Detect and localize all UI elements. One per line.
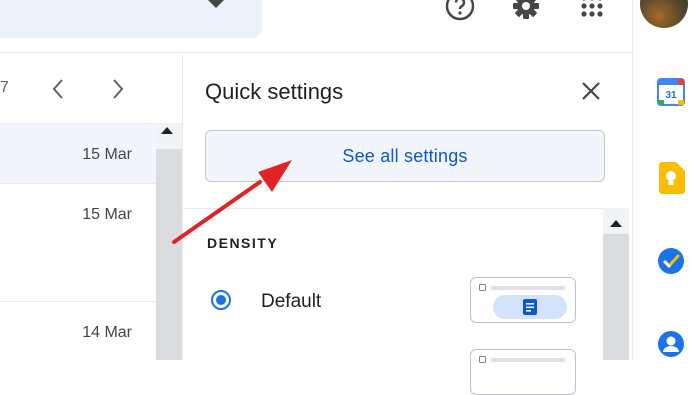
density-default-radio[interactable] (211, 290, 231, 310)
mail-list-pane: 7 15 Mar 15 Mar 14 Mar (0, 53, 182, 362)
help-icon[interactable] (444, 0, 476, 27)
svg-text:31: 31 (665, 90, 677, 101)
preview-line (491, 358, 565, 362)
scroll-up-icon[interactable] (610, 220, 622, 227)
previous-page-icon[interactable] (48, 77, 68, 106)
radio-selected-dot (216, 295, 226, 305)
pagination-range: 7 (0, 79, 9, 96)
density-default-label[interactable]: Default (261, 291, 321, 313)
document-icon (523, 299, 537, 315)
mail-row[interactable]: 14 Mar (0, 301, 156, 362)
mail-row[interactable]: 15 Mar (0, 183, 156, 302)
annotation-arrow (172, 160, 292, 244)
gear-icon[interactable] (510, 0, 542, 27)
scroll-up-icon[interactable] (161, 127, 173, 134)
contacts-icon[interactable] (657, 330, 685, 363)
keep-icon[interactable] (657, 162, 685, 199)
mail-date: 14 Mar (82, 324, 132, 341)
quick-settings-scrollbar-thumb[interactable] (603, 234, 629, 360)
mail-date: 15 Mar (82, 206, 132, 223)
close-icon[interactable] (581, 81, 601, 106)
preview-checkbox (479, 284, 486, 291)
mail-row[interactable]: 15 Mar (0, 123, 156, 184)
preview-attachment-chip (493, 295, 567, 319)
tasks-icon[interactable] (657, 247, 685, 280)
calendar-icon[interactable]: 31 (657, 78, 685, 111)
search-bar[interactable] (0, 0, 262, 38)
apps-icon[interactable] (580, 0, 604, 23)
quick-settings-title: Quick settings (205, 79, 344, 104)
mail-date: 15 Mar (82, 146, 132, 163)
side-panel: 31 (633, 0, 700, 360)
next-page-icon[interactable] (108, 77, 128, 106)
quick-settings-scrollbar[interactable] (603, 208, 629, 360)
density-comfortable-preview[interactable] (470, 349, 576, 395)
top-bar (0, 0, 700, 52)
preview-line (491, 286, 565, 290)
search-options-caret-icon[interactable] (208, 0, 224, 8)
density-default-preview[interactable] (470, 277, 576, 323)
